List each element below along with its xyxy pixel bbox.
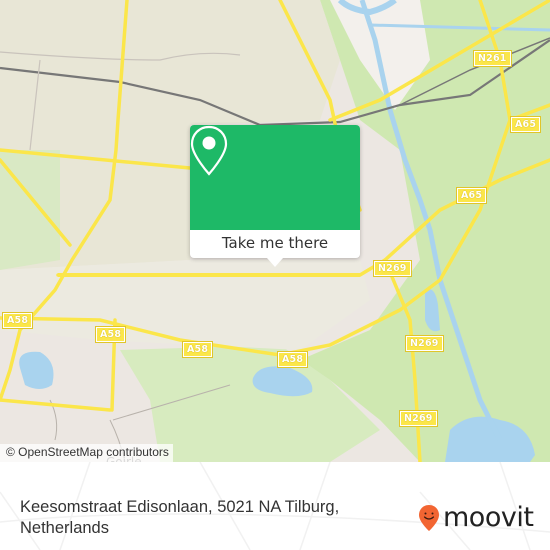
moovit-pin-logo-icon <box>419 505 439 531</box>
location-popup: Take me there <box>190 125 360 267</box>
lake-west <box>19 351 54 389</box>
address-line-1: Keesomstraat Edisonlaan, 5021 NA Tilburg… <box>20 498 340 516</box>
road-shield-a65: A65 <box>509 116 542 133</box>
road-shield-n269: N269 <box>373 260 412 277</box>
address-text: Keesomstraat Edisonlaan, 5021 NA Tilburg… <box>20 497 390 539</box>
road-shield-a58: A58 <box>181 341 214 358</box>
road-shield-a65: A65 <box>455 187 488 204</box>
popup-pointer <box>267 258 283 267</box>
road-shield-a58: A58 <box>276 351 309 368</box>
moovit-wordmark: moovit <box>443 502 534 533</box>
park-area-west <box>0 150 60 270</box>
popup-header <box>190 125 360 230</box>
osm-attribution[interactable]: © OpenStreetMap contributors <box>0 444 173 462</box>
map-view[interactable]: N261 A65 A65 N269 N269 N269 A58 A58 A58 … <box>0 0 550 462</box>
road-shield-a58: A58 <box>94 326 127 343</box>
road-shield-a58: A58 <box>1 312 34 329</box>
road-shield-n261: N261 <box>473 50 512 67</box>
take-me-there-button[interactable]: Take me there <box>190 230 360 258</box>
map-pin-icon <box>190 125 228 176</box>
road-shield-n269: N269 <box>405 335 444 352</box>
moovit-logo[interactable]: moovit <box>418 502 534 533</box>
address-line-2: Netherlands <box>20 519 109 537</box>
road-shield-n269: N269 <box>399 410 438 427</box>
